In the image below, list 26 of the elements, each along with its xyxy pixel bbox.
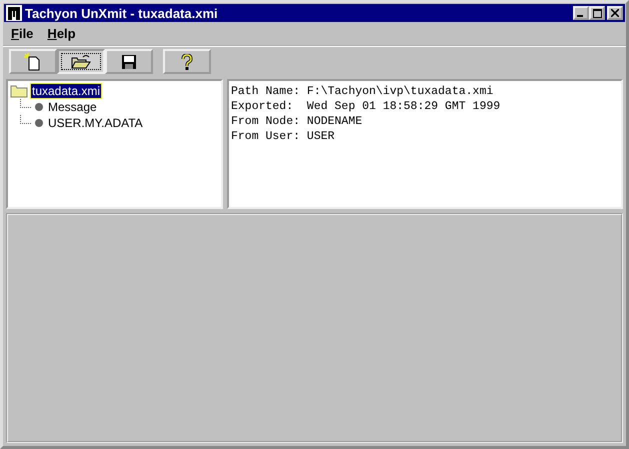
close-button[interactable] — [607, 6, 623, 20]
menu-item[interactable]: Help — [47, 26, 76, 42]
tree-item[interactable]: USER.MY.ADATA — [47, 116, 144, 130]
new-button[interactable] — [9, 49, 57, 74]
minimize-button[interactable] — [573, 6, 589, 20]
question-mark-icon — [181, 54, 193, 70]
detail-line: From User: USER — [231, 129, 336, 144]
maximize-button[interactable] — [589, 6, 605, 20]
close-icon — [611, 9, 619, 17]
folder-icon — [10, 84, 28, 98]
bullet-icon — [34, 118, 44, 128]
new-document-icon — [24, 52, 42, 70]
save-button[interactable] — [105, 49, 153, 74]
folder-icon — [71, 54, 91, 70]
menu-item[interactable]: File — [11, 26, 34, 42]
detail-line: Exported: Wed Sep 01 18:58:29 GMT 1999 — [231, 99, 502, 114]
open-button[interactable] — [57, 49, 105, 74]
tree-item[interactable]: Message — [47, 100, 98, 114]
app-icon — [6, 5, 22, 21]
bullet-icon — [34, 102, 44, 112]
help-button[interactable] — [163, 49, 211, 74]
detail-line: From Node: NODENAME — [231, 114, 364, 129]
maximize-icon — [592, 8, 602, 18]
detail-line: Path Name: F:\Tachyon\ivp\tuxadata.xmi — [231, 84, 494, 99]
tree-item[interactable]: tuxadata.xmi — [31, 84, 102, 98]
window-title: Tachyon UnXmit - tuxadata.xmi — [25, 6, 219, 20]
